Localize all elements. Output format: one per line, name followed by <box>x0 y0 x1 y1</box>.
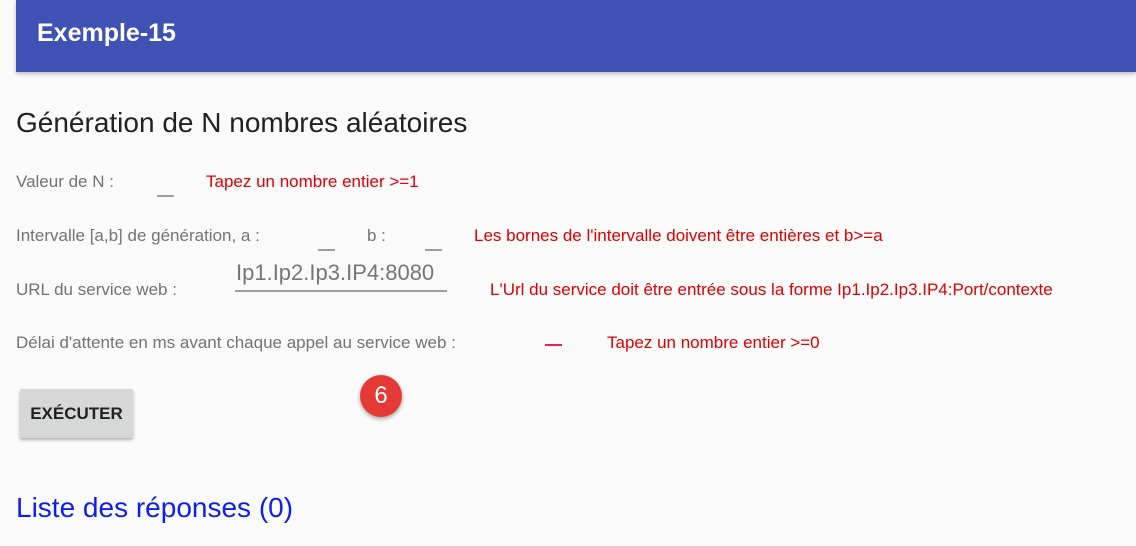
interval-a-label: Intervalle [a,b] de génération, a : <box>16 226 260 245</box>
url-input[interactable] <box>235 258 447 292</box>
url-label: URL du service web : <box>16 280 177 299</box>
app-bar: Exemple-15 <box>16 0 1136 72</box>
execute-button[interactable]: EXÉCUTER <box>20 389 133 438</box>
interval-error-message: Les bornes de l'intervalle doivent être … <box>474 226 883 245</box>
interval-b-input[interactable] <box>425 249 442 251</box>
page-heading: Génération de N nombres aléatoires <box>16 107 468 138</box>
delay-input[interactable] <box>545 344 562 346</box>
responses-heading[interactable]: Liste des réponses (0) <box>16 491 293 525</box>
n-error-message: Tapez un nombre entier >=1 <box>206 172 419 191</box>
delay-error-message: Tapez un nombre entier >=0 <box>607 333 820 352</box>
app-title: Exemple-15 <box>37 19 176 47</box>
delay-label: Délai d'attente en ms avant chaque appel… <box>16 333 456 352</box>
url-error-message: L'Url du service doit être entrée sous l… <box>490 280 1053 299</box>
interval-a-input[interactable] <box>318 249 335 251</box>
interval-b-label: b : <box>367 226 386 245</box>
n-input[interactable] <box>157 195 174 197</box>
n-label: Valeur de N : <box>16 172 114 191</box>
step-badge: 6 <box>360 375 402 417</box>
